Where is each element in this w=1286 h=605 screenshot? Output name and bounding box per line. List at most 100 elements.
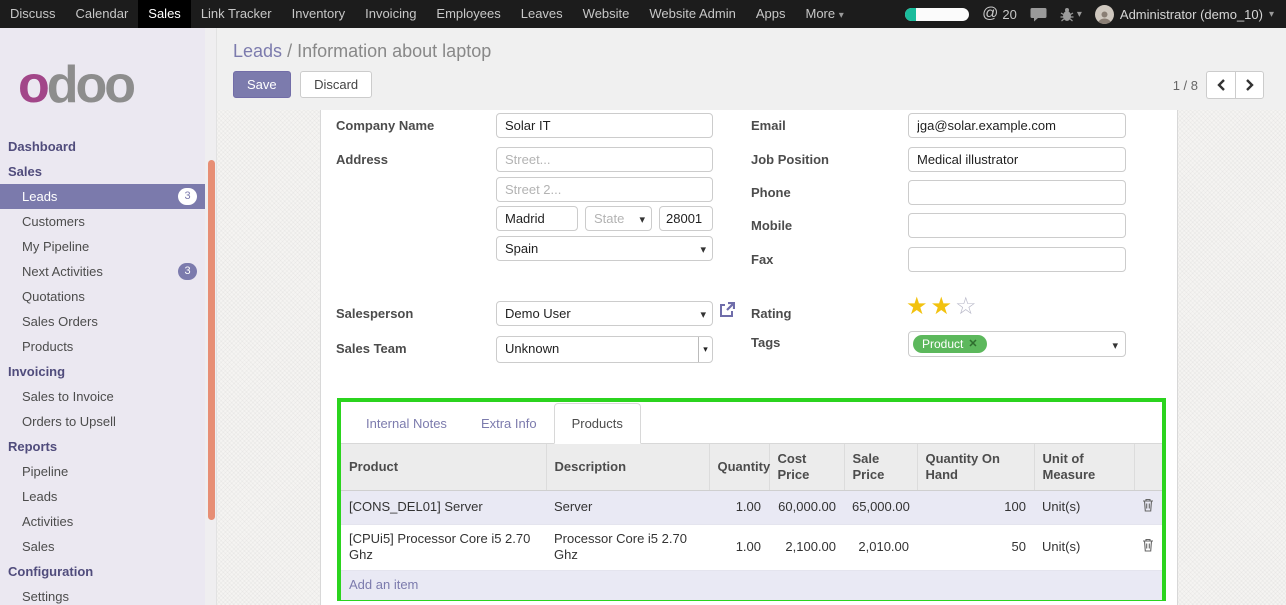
menu-discuss[interactable]: Discuss	[0, 0, 66, 28]
sidebar-header-sales[interactable]: Sales	[0, 159, 205, 184]
delete-row-button[interactable]	[1134, 524, 1162, 571]
mobile-input[interactable]	[908, 213, 1126, 238]
table-row[interactable]: [CONS_DEL01] Server Server 1.00 60,000.0…	[341, 490, 1162, 524]
tags-field[interactable]: Product ✕ ▾	[908, 331, 1126, 357]
table-header-row: Product Description Quantity Cost Price …	[341, 444, 1162, 490]
table-row[interactable]: [CPUi5] Processor Core i5 2.70 Ghz Proce…	[341, 524, 1162, 571]
cell-cost-price[interactable]: 60,000.00	[769, 490, 844, 524]
star-filled-icon[interactable]: ★	[931, 293, 956, 320]
cell-quantity[interactable]: 1.00	[709, 524, 769, 571]
cell-sale-price[interactable]: 2,010.00	[844, 524, 917, 571]
state-select[interactable]: State ▾	[585, 206, 652, 231]
chat-icon[interactable]	[1030, 7, 1047, 22]
street2-input[interactable]	[496, 177, 713, 202]
delete-row-button[interactable]	[1134, 490, 1162, 524]
menu-leaves[interactable]: Leaves	[511, 0, 573, 28]
cell-quantity[interactable]: 1.00	[709, 490, 769, 524]
sidebar-item-sales-to-invoice[interactable]: Sales to Invoice	[0, 384, 205, 409]
debug-menu[interactable]: ▾	[1060, 7, 1082, 22]
sidebar-header-invoicing[interactable]: Invoicing	[0, 359, 205, 384]
country-select[interactable]: Spain ▾	[496, 236, 713, 261]
cell-product[interactable]: [CONS_DEL01] Server	[341, 490, 546, 524]
sidebar-item-next-activities[interactable]: Next Activities 3	[0, 259, 205, 284]
email-input[interactable]	[908, 113, 1126, 138]
column-sale-price[interactable]: Sale Price	[844, 444, 917, 490]
sidebar-item-sales-report[interactable]: Sales	[0, 534, 205, 559]
cell-product[interactable]: [CPUi5] Processor Core i5 2.70 Ghz	[341, 524, 546, 571]
cell-description[interactable]: Server	[546, 490, 709, 524]
phone-input[interactable]	[908, 180, 1126, 205]
sidebar-item-label: Pipeline	[22, 459, 197, 484]
user-menu[interactable]: Administrator (demo_10) ▾	[1095, 5, 1274, 24]
column-cost-price[interactable]: Cost Price	[769, 444, 844, 490]
sidebar-item-settings[interactable]: Settings	[0, 584, 205, 605]
external-link-icon[interactable]	[719, 302, 735, 323]
column-product[interactable]: Product	[341, 444, 546, 490]
sidebar-item-customers[interactable]: Customers	[0, 209, 205, 234]
sidebar-scrollbar[interactable]	[208, 160, 215, 520]
sidebar-item-my-pipeline[interactable]: My Pipeline	[0, 234, 205, 259]
sidebar-item-activities-report[interactable]: Activities	[0, 509, 205, 534]
sidebar-item-label: Quotations	[22, 284, 197, 309]
sidebar-header-reports[interactable]: Reports	[0, 434, 205, 459]
cell-cost-price[interactable]: 2,100.00	[769, 524, 844, 571]
salesperson-label: Salesperson	[336, 306, 413, 321]
chevron-down-icon: ▾	[1269, 9, 1274, 20]
save-button[interactable]: Save	[233, 71, 291, 98]
mentions-counter[interactable]: @ 20	[982, 5, 1017, 23]
street-input[interactable]	[496, 147, 713, 172]
breadcrumb-leads-link[interactable]: Leads	[233, 41, 282, 61]
column-description[interactable]: Description	[546, 444, 709, 490]
sidebar-item-pipeline-report[interactable]: Pipeline	[0, 459, 205, 484]
cell-quantity-on-hand[interactable]: 100	[917, 490, 1034, 524]
sidebar-item-leads-report[interactable]: Leads	[0, 484, 205, 509]
cell-description[interactable]: Processor Core i5 2.70 Ghz	[546, 524, 709, 571]
tab-products[interactable]: Products	[554, 403, 641, 444]
sidebar-header-configuration[interactable]: Configuration	[0, 559, 205, 584]
salesperson-select[interactable]: Demo User ▾	[496, 301, 713, 326]
add-an-item-link[interactable]: Add an item	[341, 571, 1162, 600]
zip-input[interactable]	[659, 206, 713, 231]
sidebar-item-label: Sales	[22, 534, 197, 559]
cell-sale-price[interactable]: 65,000.00	[844, 490, 917, 524]
timer-progress-widget[interactable]	[905, 8, 969, 21]
sales-team-select[interactable]: Unknown ▾	[496, 336, 713, 363]
tab-internal-notes[interactable]: Internal Notes	[349, 404, 464, 443]
tab-extra-info[interactable]: Extra Info	[464, 404, 554, 443]
cell-quantity-on-hand[interactable]: 50	[917, 524, 1034, 571]
pager-next-button[interactable]	[1235, 71, 1264, 99]
menu-sales[interactable]: Sales	[138, 0, 191, 28]
column-unit-of-measure[interactable]: Unit of Measure	[1034, 444, 1134, 490]
menu-calendar[interactable]: Calendar	[66, 0, 139, 28]
sidebar-item-orders-to-upsell[interactable]: Orders to Upsell	[0, 409, 205, 434]
cell-unit-of-measure[interactable]: Unit(s)	[1034, 524, 1134, 571]
rating-stars: ★★☆	[906, 292, 980, 321]
menu-inventory[interactable]: Inventory	[282, 0, 355, 28]
column-quantity[interactable]: Quantity	[709, 444, 769, 490]
city-input[interactable]	[496, 206, 578, 231]
discard-button[interactable]: Discard	[300, 71, 372, 98]
fax-input[interactable]	[908, 247, 1126, 272]
sidebar-item-quotations[interactable]: Quotations	[0, 284, 205, 309]
menu-link-tracker[interactable]: Link Tracker	[191, 0, 282, 28]
tag-remove-icon[interactable]: ✕	[968, 337, 977, 351]
menu-invoicing[interactable]: Invoicing	[355, 0, 426, 28]
star-filled-icon[interactable]: ★	[906, 293, 931, 320]
menu-apps[interactable]: Apps	[746, 0, 796, 28]
column-quantity-on-hand[interactable]: Quantity On Hand	[917, 444, 1034, 490]
menu-website-admin[interactable]: Website Admin	[639, 0, 745, 28]
sidebar-item-products[interactable]: Products	[0, 334, 205, 359]
menu-website[interactable]: Website	[573, 0, 640, 28]
star-empty-icon[interactable]: ☆	[955, 293, 980, 320]
chevron-down-icon: ▾	[639, 213, 645, 226]
cell-unit-of-measure[interactable]: Unit(s)	[1034, 490, 1134, 524]
menu-more[interactable]: More ▾	[796, 0, 854, 28]
job-position-input[interactable]	[908, 147, 1126, 172]
sidebar-header-dashboard[interactable]: Dashboard	[0, 134, 205, 159]
sidebar-item-sales-orders[interactable]: Sales Orders	[0, 309, 205, 334]
sidebar-item-label: Leads	[22, 184, 178, 209]
sidebar-item-leads[interactable]: Leads 3	[0, 184, 205, 209]
menu-employees[interactable]: Employees	[426, 0, 510, 28]
company-name-input[interactable]	[496, 113, 713, 138]
pager-previous-button[interactable]	[1206, 71, 1235, 99]
